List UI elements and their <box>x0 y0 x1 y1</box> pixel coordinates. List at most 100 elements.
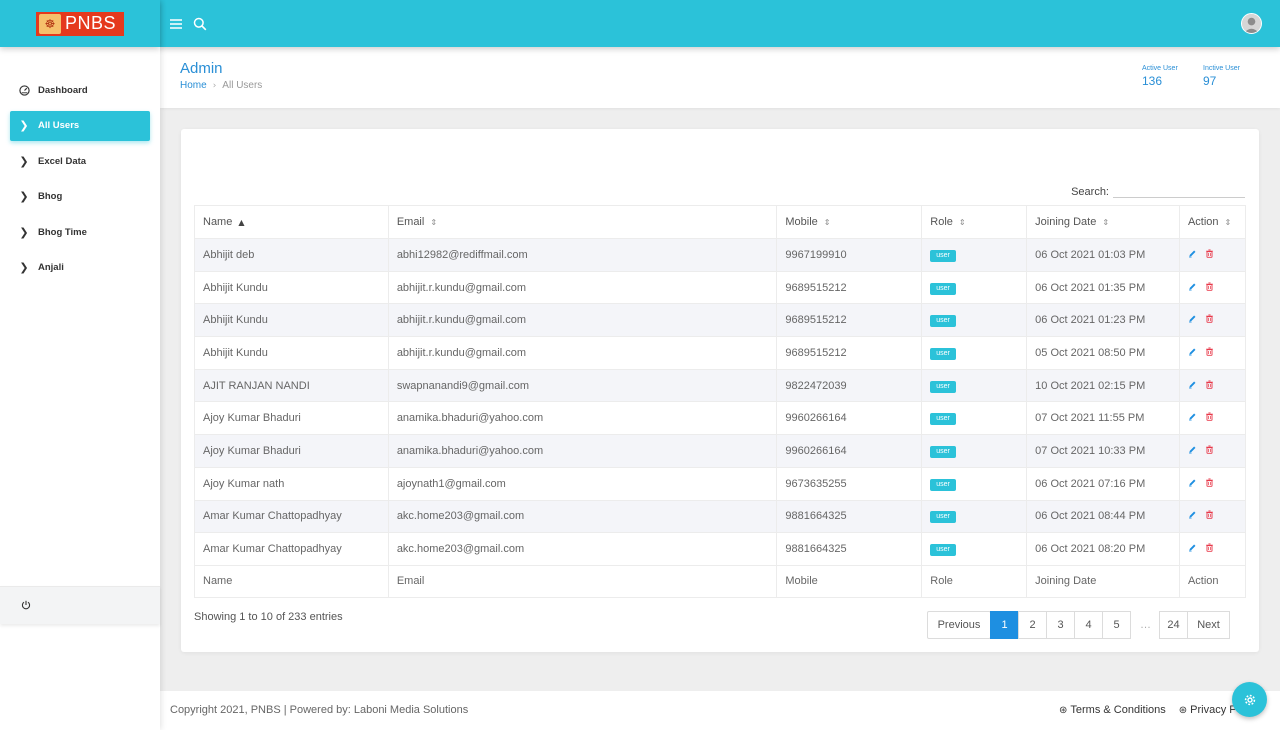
cell-actions <box>1178 466 1247 501</box>
edit-icon[interactable] <box>1188 510 1197 522</box>
sidebar-item-bhog[interactable]: ❯ Bhog <box>10 182 150 212</box>
inactive-user-label: Inctive User <box>1203 65 1240 72</box>
power-icon[interactable] <box>21 599 31 613</box>
hamburger-icon[interactable] <box>168 16 184 32</box>
delete-icon[interactable] <box>1205 380 1214 392</box>
cell-actions <box>1178 303 1247 338</box>
pagination-ellipsis: … <box>1131 611 1160 639</box>
cell-actions <box>1178 336 1247 370</box>
delete-icon[interactable] <box>1205 478 1214 490</box>
sidebar-item-label: Dashboard <box>38 84 88 96</box>
cell-joining-date: 06 Oct 2021 01:03 PM <box>1026 238 1180 272</box>
column-header-role[interactable]: Role ⇕ <box>921 205 1028 239</box>
breadcrumb-current: All Users <box>222 80 263 91</box>
cell-joining-date: 05 Oct 2021 08:50 PM <box>1026 336 1180 370</box>
footer-col-email: Email <box>387 564 778 598</box>
table-row: Abhijit deb abhi12982@rediffmail.com 99671… <box>194 238 1247 272</box>
sort-icon: ⇕ <box>1224 218 1232 227</box>
user-avatar-icon[interactable] <box>1241 13 1262 34</box>
sidebar-item-all-users[interactable]: ❯ All Users <box>10 110 150 141</box>
cell-actions <box>1178 401 1247 436</box>
column-header-action[interactable]: Action ⇕ <box>1178 205 1247 239</box>
delete-icon[interactable] <box>1205 249 1214 261</box>
page-button-1[interactable]: 1 <box>990 611 1019 639</box>
breadcrumb: Home › All Users <box>180 80 262 91</box>
edit-icon[interactable] <box>1188 314 1197 326</box>
sidebar-item-anjali[interactable]: ❯ Anjali <box>10 253 150 283</box>
search-input[interactable] <box>1113 182 1245 198</box>
cell-mobile: 9881664325 <box>776 532 923 566</box>
sidebar-item-bhog-time[interactable]: ❯ Bhog Time <box>10 217 150 247</box>
sidebar-item-label: All Users <box>38 120 80 131</box>
previous-page-button[interactable]: Previous <box>927 611 991 639</box>
delete-icon[interactable] <box>1205 445 1214 457</box>
cell-email: ajoynath1@gmail.com <box>387 466 778 501</box>
table-row: Amar Kumar Chattopadhyay akc.home203@gmai… <box>194 532 1247 566</box>
cell-joining-date: 06 Oct 2021 01:35 PM <box>1026 270 1180 305</box>
sort-icon: ⇕ <box>1102 218 1110 227</box>
sidebar-item-dashboard[interactable]: Dashboard <box>10 75 150 105</box>
column-header-mobile[interactable]: Mobile ⇕ <box>776 205 923 239</box>
edit-icon[interactable] <box>1188 380 1197 392</box>
terms-link[interactable]: ⊛ Terms & Conditions <box>1059 704 1166 716</box>
cell-actions <box>1178 368 1247 403</box>
brand-logo[interactable]: ☸ PNBS <box>36 11 124 36</box>
role-badge: user <box>930 478 956 491</box>
page-button-3[interactable]: 3 <box>1046 611 1075 639</box>
column-header-email[interactable]: Email ⇕ <box>387 205 778 239</box>
delete-icon[interactable] <box>1205 510 1214 522</box>
delete-icon[interactable] <box>1205 281 1214 294</box>
delete-icon[interactable] <box>1205 412 1214 424</box>
cell-role: user <box>921 532 1028 566</box>
cell-role: user <box>921 303 1028 338</box>
role-badge: user <box>930 315 956 328</box>
delete-icon[interactable] <box>1205 543 1214 555</box>
next-page-button[interactable]: Next <box>1187 611 1230 639</box>
page-button-4[interactable]: 4 <box>1074 611 1103 639</box>
cell-email: akc.home203@gmail.com <box>387 499 778 534</box>
edit-icon[interactable] <box>1188 543 1197 555</box>
breadcrumb-separator-icon: › <box>212 80 217 91</box>
cell-mobile: 9881664325 <box>776 499 923 534</box>
page-button-24[interactable]: 24 <box>1159 611 1188 639</box>
edit-icon[interactable] <box>1188 282 1197 294</box>
edit-icon[interactable] <box>1188 478 1197 490</box>
privacy-link[interactable]: ⊛ Privacy P <box>1179 704 1237 716</box>
page-button-2[interactable]: 2 <box>1018 611 1047 639</box>
edit-icon[interactable] <box>1188 249 1197 261</box>
column-header-joining-date[interactable]: Joining Date ⇕ <box>1026 205 1180 239</box>
edit-icon[interactable] <box>1188 445 1197 457</box>
search-icon[interactable] <box>192 16 208 32</box>
cell-email: anamika.bhaduri@yahoo.com <box>387 401 778 436</box>
cell-actions <box>1178 270 1247 305</box>
cell-joining-date: 10 Oct 2021 02:15 PM <box>1026 368 1180 403</box>
edit-icon[interactable] <box>1188 412 1197 424</box>
cell-name: Abhijit deb <box>194 238 389 272</box>
breadcrumb-home-link[interactable]: Home <box>180 80 207 91</box>
active-user-label: Active User <box>1142 65 1178 72</box>
sidebar-item-label: Bhog Time <box>38 226 87 238</box>
table-body: Abhijit deb abhi12982@rediffmail.com 99671… <box>194 238 1247 566</box>
cell-role: user <box>921 238 1028 272</box>
sidebar-item-label: Excel Data <box>38 155 87 167</box>
cell-role: user <box>921 270 1028 305</box>
cell-mobile: 9673635255 <box>776 466 923 501</box>
delete-icon[interactable] <box>1205 314 1214 326</box>
role-badge: user <box>930 413 956 426</box>
cell-joining-date: 06 Oct 2021 07:16 PM <box>1026 466 1180 501</box>
sidebar-item-excel-data[interactable]: ❯ Excel Data <box>10 146 150 176</box>
edit-icon[interactable] <box>1188 347 1197 359</box>
settings-gear-icon[interactable] <box>1232 682 1267 717</box>
table-row: AJIT RANJAN NANDI swapnanandi9@gmail.com 9… <box>194 368 1247 403</box>
column-header-name[interactable]: Name ▲ <box>194 205 389 239</box>
active-user-count: 136 <box>1142 74 1163 88</box>
cell-role: user <box>921 401 1028 436</box>
sort-ascending-icon: ▲ <box>238 218 245 227</box>
page-button-5[interactable]: 5 <box>1102 611 1131 639</box>
table-row: Abhijit Kundu abhijit.r.kundu@gmail.com 96… <box>194 270 1247 305</box>
table-row: Abhijit Kundu abhijit.r.kundu@gmail.com 96… <box>194 336 1247 370</box>
cell-joining-date: 06 Oct 2021 01:23 PM <box>1026 303 1180 338</box>
delete-icon[interactable] <box>1205 347 1214 359</box>
cell-email: abhijit.r.kundu@gmail.com <box>387 303 778 338</box>
users-card: Search: Name ▲ Email ⇕ Mobile ⇕ Role ⇕ Joini… <box>181 129 1259 652</box>
